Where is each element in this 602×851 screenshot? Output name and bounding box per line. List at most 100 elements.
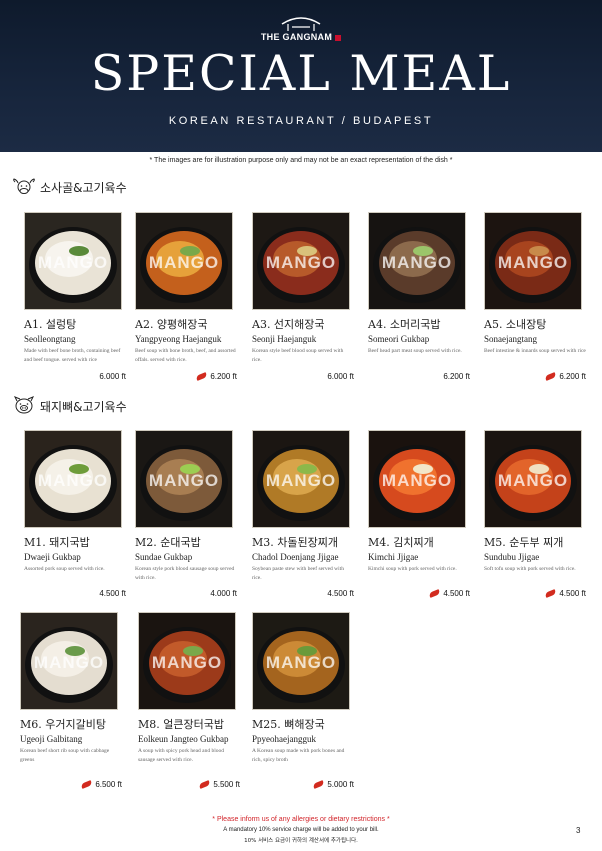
price-row: 6.200 ft [544, 372, 586, 381]
dish-photo: MANGO [484, 212, 582, 310]
dish-photo: MANGO [135, 212, 233, 310]
dish-name-en: Kimchi Jjigae [368, 552, 419, 562]
price-row: 6.200 ft [195, 372, 237, 381]
dish-description: Kimchi soup with pork served with rice. [368, 566, 457, 572]
menu-item: MANGO M2. 순대국밥 Sundae Gukbap Korean style p… [135, 430, 245, 582]
roof-logo-icon [281, 17, 321, 31]
dish-name-ko: M2. 순대국밥 [135, 536, 201, 549]
watermark: MANGO [265, 253, 337, 272]
menu-item: MANGO M8. 얼큰장터국밥 Eolkeun Jangteo Gukbap A s… [138, 612, 248, 764]
dish-name-en: Ugeoji Galbitang [20, 734, 83, 744]
brand-mark-icon [335, 34, 342, 41]
dish-photo: MANGO [252, 612, 350, 710]
dish-price: 5.000 ft [327, 780, 354, 789]
dish-name-en: Someori Gukbap [368, 334, 430, 344]
dish-name-ko: M8. 얼큰장터국밥 [138, 718, 224, 731]
dish-description: Beef soup with bone broth, beef, and ass… [135, 348, 236, 363]
chili-pepper-icon [544, 589, 557, 598]
price-row: 4.500 ft [428, 589, 470, 598]
menu-item: MANGO A3. 선지해장국 Seonji Haejanguk Korean sty… [252, 212, 362, 364]
dish-name-en: Sonaejangtang [484, 334, 537, 344]
dish-price: 6.000 ft [327, 372, 354, 381]
watermark: MANGO [497, 471, 569, 490]
price-row: 6.000 ft [99, 372, 126, 381]
menu-item: MANGO M1. 돼지국밥 Dwaeji Gukbap Assorted pork … [24, 430, 134, 574]
price-row: 6.500 ft [80, 780, 122, 789]
page-subtitle: KOREAN RESTAURANT / BUDAPEST [168, 115, 434, 127]
dish-price: 6.500 ft [95, 780, 122, 789]
dish-photo: MANGO [368, 430, 466, 528]
chili-pepper-icon [80, 780, 93, 789]
chili-pepper-icon [195, 372, 208, 381]
watermark: MANGO [37, 471, 109, 490]
chili-pepper-icon [428, 589, 441, 598]
menu-item: MANGO A1. 설렁탕 Seolleongtang Made with beef … [24, 212, 134, 364]
dish-price: 4.500 ft [443, 589, 470, 598]
watermark: MANGO [33, 653, 105, 672]
price-row: 5.000 ft [312, 780, 354, 789]
watermark: MANGO [148, 471, 220, 490]
dish-price: 6.000 ft [99, 372, 126, 381]
dish-name-ko: M3. 차돌된장찌개 [252, 536, 338, 549]
dish-price: 4.500 ft [327, 589, 354, 598]
dish-description: A Korean soup made with pork bones and r… [252, 748, 345, 763]
dish-description: Made with beef bone broth, containing be… [24, 348, 121, 363]
dish-name-ko: A1. 설렁탕 [24, 318, 77, 331]
dish-name-ko: A2. 양평해장국 [135, 318, 208, 331]
watermark: MANGO [265, 471, 337, 490]
price-row: 6.000 ft [327, 372, 354, 381]
allergy-notice: * Please inform us of any allergies or d… [212, 816, 390, 823]
dish-description: Korean style beef blood soup served with… [252, 348, 344, 363]
dish-price: 4.500 ft [559, 589, 586, 598]
brand-name: THE GANGNAM [0, 32, 602, 42]
dish-photo: MANGO [24, 430, 122, 528]
dish-photo: MANGO [20, 612, 118, 710]
section-beef-label: 소사골&고기육수 [40, 180, 127, 195]
dish-description: Assorted pork soup served with rice. [24, 566, 105, 572]
dish-photo: MANGO [135, 430, 233, 528]
chili-pepper-icon [198, 780, 211, 789]
section-beef-heading: 소사골&고기육수 [12, 178, 127, 196]
dish-description: Beef intestine & innards soup served wit… [484, 348, 586, 354]
watermark: MANGO [37, 253, 109, 272]
dish-name-en: Seolleongtang [24, 334, 76, 344]
dish-name-ko: M5. 순두부 찌개 [484, 536, 564, 549]
price-row: 4.500 ft [99, 589, 126, 598]
dish-description: Korean style pork blood sausage soup ser… [135, 566, 235, 581]
price-row: 5.500 ft [198, 780, 240, 789]
menu-item: MANGO A5. 소내장탕 Sonaejangtang Beef intestine… [484, 212, 594, 356]
dish-description: Beef head part meat soup served with ric… [368, 348, 462, 354]
dish-price: 4.500 ft [99, 589, 126, 598]
dish-photo: MANGO [138, 612, 236, 710]
header-banner: THE GANGNAM SPECIAL MEAL KOREAN RESTAURA… [0, 0, 602, 152]
pig-icon [13, 396, 35, 414]
dish-name-en: Ppyeohaejangguk [252, 734, 316, 744]
dish-price: 5.500 ft [213, 780, 240, 789]
watermark: MANGO [265, 653, 337, 672]
menu-item: MANGO M5. 순두부 찌개 Sundubu Jjigae Soft tofu s… [484, 430, 594, 574]
dish-name-ko: A5. 소내장탕 [484, 318, 547, 331]
watermark: MANGO [381, 253, 453, 272]
dish-photo: MANGO [24, 212, 122, 310]
dish-name-en: Yangpyeong Haejanguk [135, 334, 222, 344]
dish-name-ko: M25. 뼈해장국 [252, 718, 325, 731]
dish-description: Soft tofu soup with pork served with ric… [484, 566, 576, 572]
chili-pepper-icon [544, 372, 557, 381]
menu-item: MANGO M6. 우거지갈비탕 Ugeoji Galbitang Korean be… [20, 612, 130, 764]
chili-pepper-icon [312, 780, 325, 789]
menu-item: MANGO M25. 뼈해장국 Ppyeohaejangguk A Korean so… [252, 612, 362, 764]
dish-name-en: Sundubu Jjigae [484, 552, 540, 562]
watermark: MANGO [148, 253, 220, 272]
dish-name-en: Dwaeji Gukbap [24, 552, 81, 562]
dish-price: 6.200 ft [443, 372, 470, 381]
dish-name-ko: A4. 소머리국밥 [368, 318, 441, 331]
dish-price: 6.200 ft [210, 372, 237, 381]
menu-item: MANGO A2. 양평해장국 Yangpyeong Haejanguk Beef s… [135, 212, 245, 364]
page-title: SPECIAL MEAL [90, 45, 512, 102]
page-number: 3 [576, 826, 581, 835]
dish-name-en: Chadol Doenjang Jjigae [252, 552, 339, 562]
price-row: 6.200 ft [443, 372, 470, 381]
dish-photo: MANGO [252, 212, 350, 310]
section-pork-label: 돼지뼈&고기육수 [40, 399, 127, 414]
price-row: 4.500 ft [327, 589, 354, 598]
